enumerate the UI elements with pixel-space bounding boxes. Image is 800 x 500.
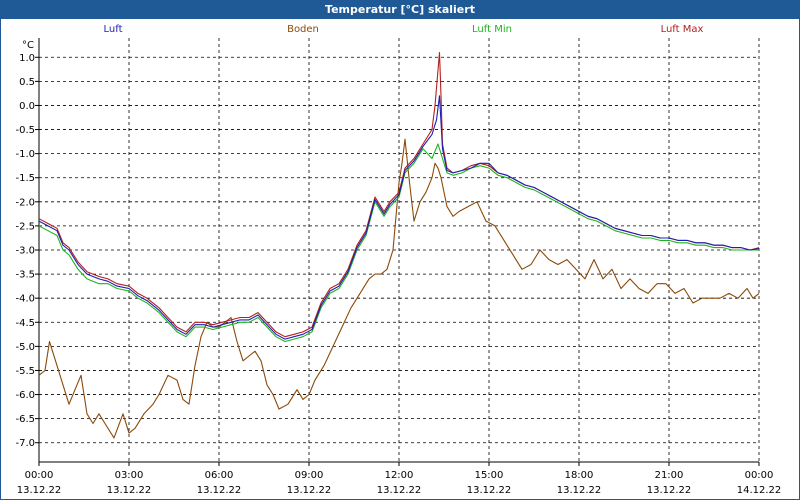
x-tick-date: 14.12.22 [737,485,782,496]
x-tick-time: 18:00 [565,470,594,481]
y-tick-label: 0.0 [19,101,35,112]
y-tick-label: -4.5 [15,318,35,329]
temperature-chart: 1.0 0.5 0.0 -0.5 -1.0 -1.5 -2.0 -2.5 -3.0 -3.5 -4.… [15,38,782,496]
x-tick-time: 21:00 [655,470,684,481]
x-tick-time: 15:00 [475,470,504,481]
y-tick-label: -4.0 [15,294,35,305]
y-tick-label: -0.5 [15,125,35,136]
y-tick-label: -1.0 [15,149,35,160]
x-tick-date: 13.12.22 [107,485,152,496]
x-tick-time: 06:00 [205,470,234,481]
x-tick-date: 13.12.22 [377,485,422,496]
x-tick-date: 13.12.22 [197,485,242,496]
y-tick-label: -2.5 [15,221,35,232]
x-tick-time: 03:00 [115,470,144,481]
y-tick-label: -5.5 [15,366,35,377]
x-tick-date: 13.12.22 [557,485,602,496]
y-tick-label: -3.5 [15,270,35,281]
x-tick-time: 09:00 [295,470,324,481]
x-tick-time: 00:00 [745,470,774,481]
x-tick-date: 13.12.22 [17,485,62,496]
y-tick-label: -2.0 [15,197,35,208]
x-tick-date: 13.12.22 [287,485,332,496]
y-tick-label: -5.0 [15,342,35,353]
y-axis-unit: °C [22,40,34,51]
x-tick-time: 00:00 [25,470,54,481]
x-tick-time: 12:00 [385,470,414,481]
y-tick-label: 1.0 [19,53,35,64]
x-tick-date: 13.12.22 [647,485,692,496]
y-tick-label: -6.0 [15,390,35,401]
y-tick-label: -3.0 [15,246,35,257]
x-tick-date: 13.12.22 [467,485,512,496]
y-tick-label: -6.5 [15,414,35,425]
y-tick-label: -7.0 [15,438,35,449]
y-tick-label: -1.5 [15,173,35,184]
y-tick-label: 0.5 [19,77,35,88]
